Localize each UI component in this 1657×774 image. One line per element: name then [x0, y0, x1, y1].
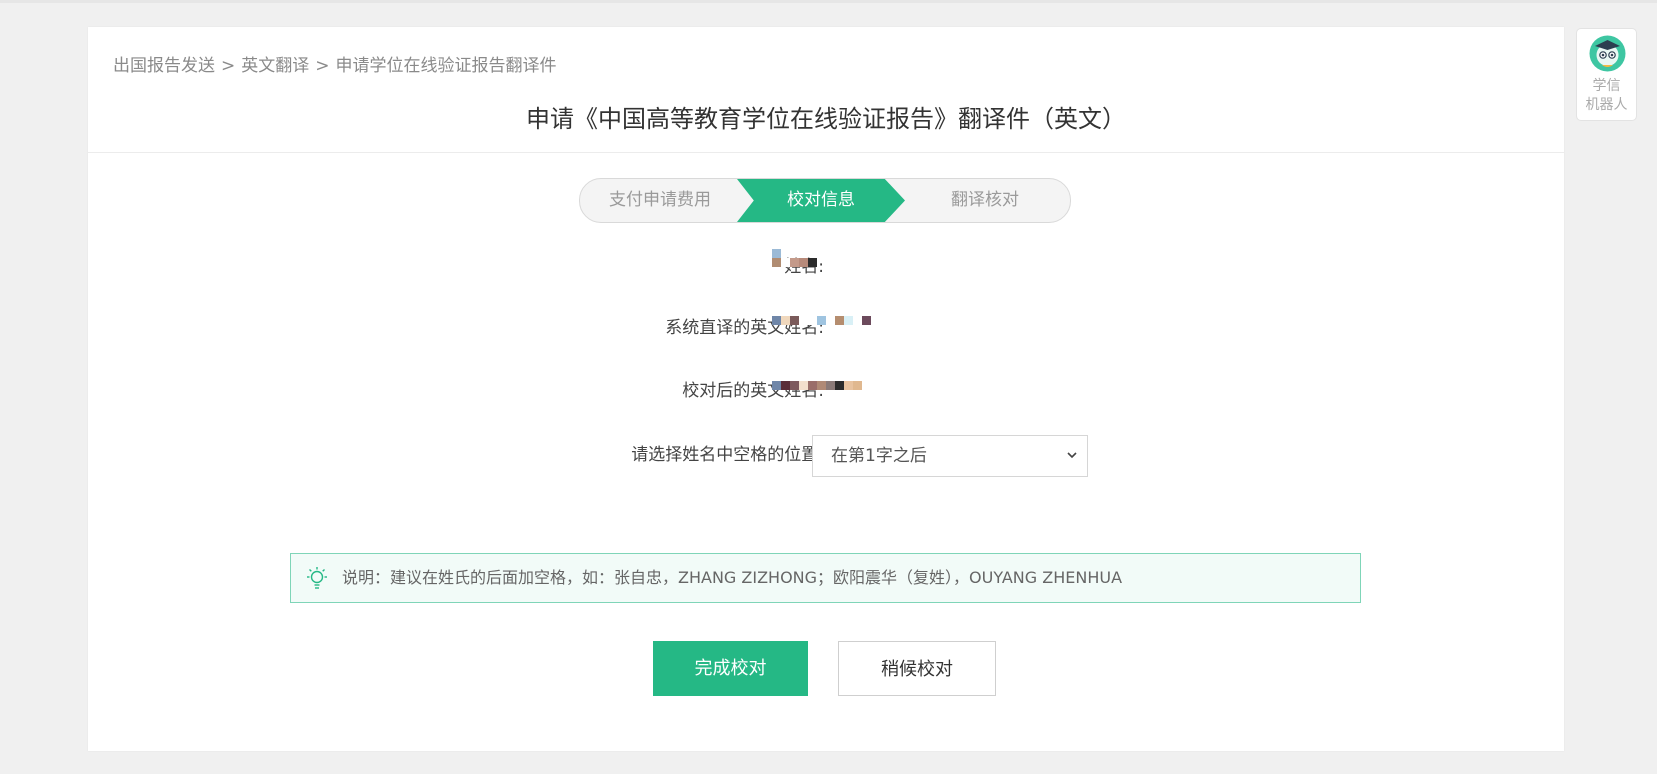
- name-label: 姓名:: [784, 257, 824, 277]
- system-english-name-row: 系统直译的英文姓名:: [88, 308, 1564, 348]
- chat-robot-widget[interactable]: 学信 机器人: [1576, 28, 1637, 121]
- step-pay-fee: 支付申请费用: [609, 190, 711, 210]
- complete-proofread-button[interactable]: 完成校对: [653, 641, 808, 696]
- space-position-select[interactable]: 在第1字之后: [812, 435, 1088, 477]
- top-border: [0, 0, 1657, 3]
- proofread-later-button[interactable]: 稍候校对: [838, 641, 996, 696]
- redaction-mosaic: [772, 249, 781, 258]
- redaction-mosaic: [772, 258, 817, 267]
- robot-label-line2: 机器人: [1585, 97, 1628, 113]
- system-english-name-label: 系统直译的英文姓名:: [665, 318, 824, 338]
- breadcrumb-item-current: 申请学位在线验证报告翻译件: [335, 56, 557, 76]
- breadcrumb-separator: >: [315, 56, 330, 76]
- robot-avatar-icon: [1589, 35, 1626, 72]
- space-position-row: 请选择姓名中空格的位置: 在第1字之后: [88, 435, 1564, 477]
- robot-label-line1: 学信: [1592, 78, 1621, 94]
- robot-label: 学信 机器人: [1577, 77, 1636, 115]
- space-position-selected: 在第1字之后: [831, 446, 927, 466]
- step-translation-check: 翻译核对: [951, 190, 1019, 210]
- breadcrumb-item-report-send[interactable]: 出国报告发送: [113, 56, 215, 76]
- name-row: 姓名:: [88, 247, 1564, 287]
- redaction-mosaic: [772, 381, 862, 390]
- header-divider: [88, 152, 1564, 153]
- bulb-icon: [307, 567, 327, 589]
- progress-steps: 支付申请费用 校对信息 翻译核对: [579, 178, 1071, 223]
- proofread-english-name-row: 校对后的英文姓名:: [88, 371, 1564, 411]
- main-card: 出国报告发送 > 英文翻译 > 申请学位在线验证报告翻译件 申请《中国高等教育学位在线验…: [88, 27, 1564, 751]
- hint-text: 说明：建议在姓氏的后面加空格，如：张自忠，ZHANG ZIZHONG；欧阳震华（…: [342, 568, 1123, 587]
- breadcrumb: 出国报告发送 > 英文翻译 > 申请学位在线验证报告翻译件: [113, 51, 557, 76]
- step-verify-info: 校对信息: [737, 179, 905, 222]
- proofread-english-name-label: 校对后的英文姓名:: [682, 381, 824, 401]
- chevron-down-icon: [1067, 452, 1077, 459]
- breadcrumb-item-english-translation[interactable]: 英文翻译: [241, 56, 309, 76]
- page-title: 申请《中国高等教育学位在线验证报告》翻译件（英文）: [526, 105, 1126, 133]
- breadcrumb-separator: >: [221, 56, 236, 76]
- hint-box: 说明：建议在姓氏的后面加空格，如：张自忠，ZHANG ZIZHONG；欧阳震华（…: [290, 553, 1361, 603]
- redaction-mosaic: [772, 316, 871, 325]
- space-position-label: 请选择姓名中空格的位置:: [631, 445, 824, 465]
